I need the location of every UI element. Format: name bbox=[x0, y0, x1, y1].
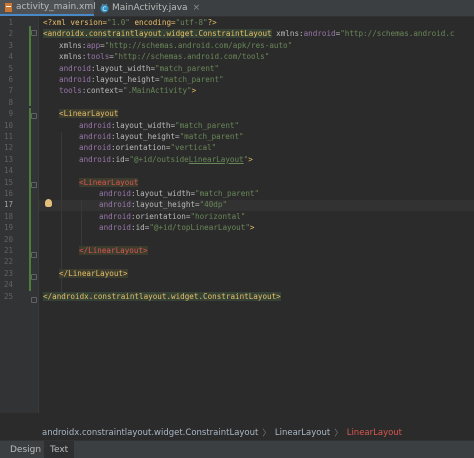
code-line-25: </androidx.constraintlayout.widget.Const… bbox=[43, 291, 281, 301]
fold-toggle-icon[interactable] bbox=[31, 113, 37, 119]
tab-text[interactable]: Text bbox=[44, 441, 75, 458]
code-line-21: </LinearLayout> bbox=[79, 246, 148, 255]
code-line-13: android:id="@+id/outsideLinearLayout"> bbox=[79, 154, 253, 164]
svg-text:C: C bbox=[102, 5, 106, 12]
fold-toggle-icon[interactable] bbox=[31, 182, 37, 188]
close-icon[interactable]: × bbox=[193, 3, 201, 13]
code-line-18: android:orientation="horizontal" bbox=[99, 211, 246, 221]
java-class-icon: C bbox=[100, 4, 109, 13]
tab-label: MainActivity.java bbox=[112, 3, 188, 13]
xml-file-icon bbox=[4, 2, 13, 12]
code-line-7: tools:context=".MainActivity"> bbox=[59, 86, 197, 96]
breadcrumb-item[interactable]: LinearLayout bbox=[275, 428, 330, 438]
code-line-11: android:layout_height="match_parent" bbox=[79, 132, 244, 141]
code-line-15: <LinearLayout bbox=[79, 177, 139, 187]
code-line-1: <?xml version="1.0" encoding="utf-8"?> bbox=[43, 18, 217, 27]
chevron-right-icon: 〉 bbox=[262, 429, 271, 439]
code-line-2: <androidx.constraintlayout.widget.Constr… bbox=[43, 29, 455, 39]
code-line-10: android:layout_width="match_parent" bbox=[79, 120, 240, 130]
editor-mode-tabs: Design Text bbox=[0, 440, 474, 458]
code-line-19: android:id="@+id/topLinearLayout"> bbox=[99, 223, 255, 233]
tab-main-activity-java[interactable]: C MainActivity.java × bbox=[96, 0, 200, 16]
editor-tab-bar: activity_main.xml × C MainActivity.java … bbox=[0, 0, 474, 17]
tab-label: activity_main.xml bbox=[16, 2, 96, 12]
breadcrumb-item[interactable]: androidx.constraintlayout.widget.Constra… bbox=[42, 428, 258, 438]
chevron-right-icon: 〉 bbox=[334, 429, 343, 439]
lightbulb-icon[interactable] bbox=[45, 199, 52, 207]
tab-design[interactable]: Design bbox=[4, 441, 47, 458]
code-line-12: android:orientation="vertical" bbox=[79, 143, 217, 153]
fold-toggle-icon[interactable] bbox=[31, 274, 37, 280]
code-editor[interactable]: <?xml version="1.0" encoding="utf-8"?> <… bbox=[0, 17, 474, 413]
code-line-9: <LinearLayout bbox=[59, 109, 119, 119]
code-line-17: android:layout_height="40dp" bbox=[99, 200, 228, 210]
code-line-3: xmlns:app="http://schemas.android.com/ap… bbox=[59, 40, 293, 50]
tab-activity-main-xml[interactable]: activity_main.xml × bbox=[0, 0, 108, 16]
breadcrumb: androidx.constraintlayout.widget.Constra… bbox=[0, 427, 474, 439]
breadcrumb-item[interactable]: LinearLayout bbox=[347, 428, 402, 438]
code-line-23: </LinearLayout> bbox=[59, 268, 128, 278]
change-marker bbox=[29, 26, 31, 106]
fold-toggle-icon[interactable] bbox=[31, 30, 37, 36]
code-line-16: android:layout_width="match_parent" bbox=[99, 189, 260, 198]
code-line-4: xmlns:tools="http://schemas.android.com/… bbox=[59, 52, 270, 62]
code-line-5: android:layout_width="match_parent" bbox=[59, 63, 220, 73]
code-line-6: android:layout_height="match_parent" bbox=[59, 75, 224, 84]
fold-toggle-icon[interactable] bbox=[31, 252, 37, 258]
change-marker bbox=[29, 108, 31, 291]
fold-toggle-icon[interactable] bbox=[31, 297, 37, 303]
